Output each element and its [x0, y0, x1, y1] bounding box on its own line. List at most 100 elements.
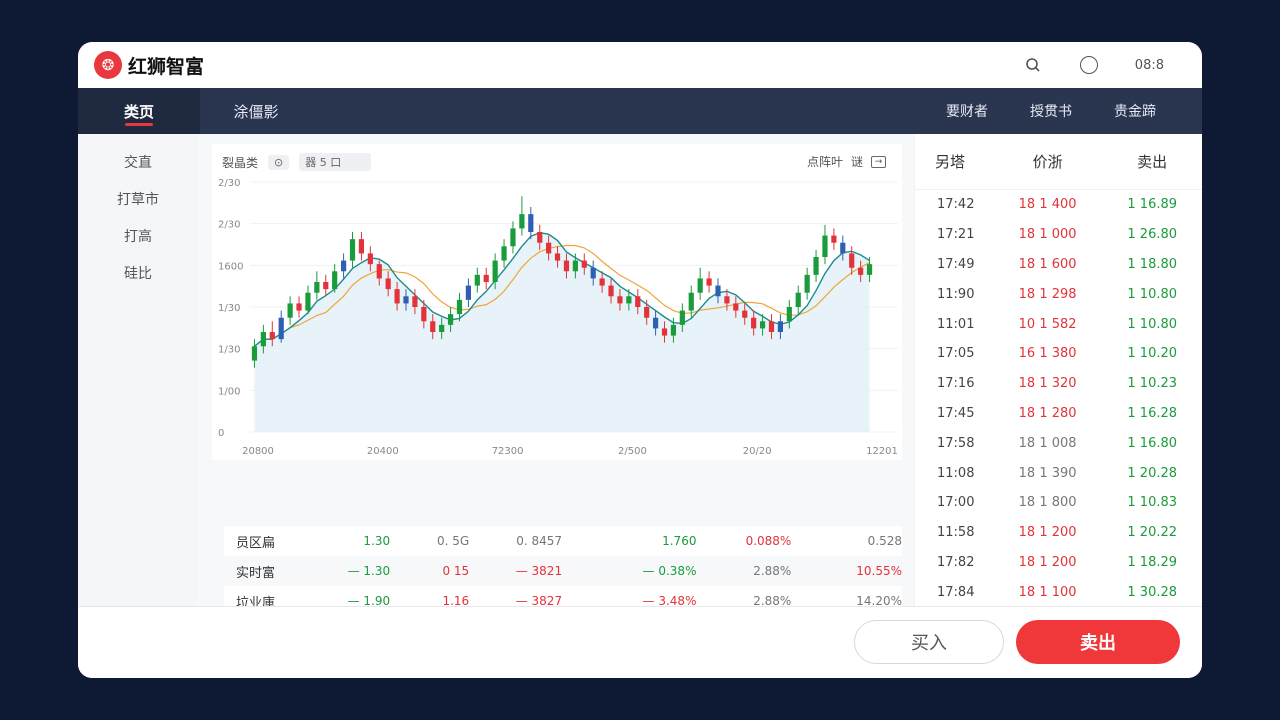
candle-body — [314, 282, 320, 293]
trade-time: 11:90 — [937, 286, 975, 302]
order-book-row[interactable]: 17:82 18 1 200 1 18.29 — [915, 548, 1202, 578]
order-book-row[interactable]: 11:01 10 1 582 1 10.80 — [915, 309, 1202, 339]
candle-body — [742, 310, 748, 318]
stats-cell: 1.760 — [662, 534, 697, 548]
nav-tab-right-0[interactable]: 要财者 — [946, 101, 988, 121]
candle-body — [323, 282, 329, 290]
candle-body — [822, 235, 828, 257]
trade-price: 18 1 200 — [1018, 525, 1077, 541]
order-book-row[interactable]: 17:16 18 1 320 1 10.23 — [915, 369, 1202, 399]
sidebar: 交直 打草市 打高 硅比 — [78, 134, 198, 606]
trade-price: 18 1 600 — [1018, 256, 1077, 272]
candle-body — [786, 307, 792, 322]
sell-button[interactable]: 卖出 — [1016, 620, 1180, 664]
stats-row-name: 实时富 — [236, 565, 276, 581]
order-book-row[interactable]: 11:90 18 1 298 1 10.80 — [915, 279, 1202, 309]
fullscreen-icon[interactable]: → — [871, 155, 886, 168]
clock-readout: 08:8 — [1134, 57, 1164, 73]
candle-body — [840, 242, 846, 254]
sidebar-item[interactable]: 交直 — [78, 152, 198, 189]
stats-row: 垃业庫 — 1.90 1.16 — 3827 — 3.48% 2.88% 14.20% — [224, 586, 902, 606]
nav-tab-0[interactable]: 类页 — [78, 88, 200, 134]
order-book-row[interactable]: 17:45 18 1 280 1 16.28 — [915, 399, 1202, 429]
candle-body — [332, 271, 338, 290]
order-book-header: 另塔 价浙 卖出 — [915, 134, 1202, 190]
order-book-row[interactable]: 11:08 18 1 390 1 20.28 — [915, 458, 1202, 488]
candle-body — [537, 232, 543, 243]
candle-body — [572, 260, 578, 272]
stats-cell: — 0.38% — [642, 564, 697, 578]
trade-time: 11:01 — [937, 316, 975, 332]
chart-title: 裂晶类 — [222, 155, 259, 170]
candle-body — [759, 321, 766, 329]
order-book-row[interactable]: 17:42 18 1 400 1 16.89 — [915, 190, 1202, 220]
order-book-row[interactable]: 17:21 18 1 000 1 26.80 — [915, 220, 1202, 250]
trade-time: 17:42 — [937, 197, 975, 213]
nav-tab-right-1[interactable]: 授贯书 — [1030, 101, 1072, 121]
trade-time: 17:45 — [937, 405, 975, 421]
candle-body — [412, 296, 418, 307]
candle-body — [751, 317, 757, 329]
order-book-row[interactable]: 17:58 18 1 008 1 16.80 — [915, 428, 1202, 458]
candle-body — [697, 278, 703, 293]
trade-time: 17:21 — [937, 227, 975, 243]
trade-sell: 1 16.28 — [1127, 405, 1178, 421]
stats-cell: — 1.30 — [347, 564, 391, 578]
candle-body — [430, 321, 436, 332]
y-tick-label: 2/30 — [218, 220, 240, 231]
user-icon[interactable] — [1079, 55, 1099, 75]
candle-body — [813, 257, 819, 275]
candle-body — [768, 321, 775, 332]
candle-body — [483, 274, 489, 282]
main-nav: 类页 涂僵影 要财者 授贯书 贵金蹄 — [78, 88, 1202, 134]
candle-body — [661, 328, 668, 336]
order-book-row[interactable]: 17:00 18 1 800 1 10.83 — [915, 488, 1202, 518]
candle-body — [260, 332, 266, 347]
sidebar-item[interactable]: 硅比 — [78, 263, 198, 300]
candle-body — [554, 253, 561, 261]
candle-body — [403, 296, 409, 304]
trade-sell: 1 20.22 — [1127, 525, 1178, 541]
stats-cell: 0.088% — [745, 534, 792, 548]
candle-body — [804, 274, 810, 293]
candlestick-chart[interactable]: 2/30 2/30 1600 1/30 1/30 1/00 0 20800 20400 72300… — [212, 174, 902, 460]
order-book-row[interactable]: 17:05 16 1 380 1 10.20 — [915, 339, 1202, 369]
app-title: 红狮智富 — [128, 55, 205, 78]
candle-body — [474, 274, 480, 286]
candle-body — [795, 292, 801, 307]
nav-tab-1[interactable]: 涂僵影 — [200, 88, 312, 134]
order-book-row[interactable]: 17:84 18 1 100 1 30.28 — [915, 577, 1202, 607]
order-book-row[interactable]: 17:49 18 1 600 1 18.80 — [915, 250, 1202, 280]
action-bar: 买入 卖出 — [78, 606, 1202, 678]
trade-sell: 1 16.80 — [1127, 435, 1178, 451]
trade-price: 18 1 390 — [1018, 465, 1077, 481]
trade-sell: 1 16.89 — [1127, 197, 1178, 213]
chart-tools-label[interactable]: 点阵叶 — [807, 153, 843, 170]
chart-panel: 裂晶类 ⊙ 器 5 口 点阵叶 谜 → 2/30 2/30 1600 1/30 1/30… — [212, 144, 902, 460]
period-icon[interactable]: ⊙ — [268, 154, 290, 170]
stats-cell: — 3821 — [515, 564, 563, 578]
candle-body — [492, 260, 498, 282]
x-tick-label: 20400 — [367, 446, 399, 457]
candle-body — [305, 292, 311, 311]
candle-body — [546, 242, 552, 254]
candle-body — [465, 285, 471, 300]
period-selector[interactable]: 器 5 口 — [299, 153, 372, 171]
candle-body — [528, 214, 534, 232]
candle-body — [519, 214, 525, 229]
trade-sell: 1 10.80 — [1127, 316, 1178, 332]
candle-body — [653, 317, 659, 329]
candle-body — [635, 296, 641, 307]
x-tick-label: 12201 — [866, 446, 898, 457]
chart-tools-extra[interactable]: 谜 — [851, 153, 863, 170]
search-icon[interactable] — [1023, 55, 1043, 75]
header-time: 另塔 — [935, 153, 966, 171]
trade-sell: 1 10.80 — [1127, 286, 1178, 302]
order-book-row[interactable]: 11:58 18 1 200 1 20.22 — [915, 518, 1202, 548]
buy-button[interactable]: 买入 — [854, 620, 1004, 664]
candle-body — [715, 285, 721, 297]
nav-tab-right-2[interactable]: 贵金蹄 — [1114, 101, 1156, 121]
sidebar-item[interactable]: 打高 — [78, 226, 198, 263]
sidebar-item[interactable]: 打草市 — [78, 189, 198, 226]
trade-price: 18 1 800 — [1018, 495, 1077, 511]
